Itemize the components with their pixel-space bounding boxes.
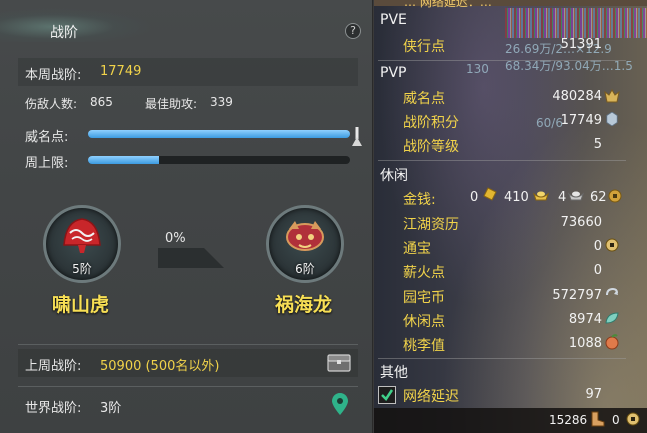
overlay-text: 130 [466,62,489,76]
coin-icon [626,412,640,426]
section-leisure-heading: 休闲 [380,168,408,184]
pvp-label: 战阶积分 [403,115,459,131]
gold-ingot-icon [533,191,549,201]
pvp-label: 威名点 [403,91,445,107]
pvp-value: 5 [593,137,602,152]
weekly-cap-label: 周上限: [25,156,69,171]
checkmark-icon [381,389,394,401]
house-coin-icon [606,287,618,296]
current-rank-level: 5阶 [72,262,92,276]
leisure-value: 0 [593,239,602,254]
latency-label: 网络延迟 [403,389,459,405]
section-divider [378,160,626,161]
silver-ingot-icon [568,191,584,201]
next-rank-name: 祸海龙 [275,294,333,316]
leisure-label: 休闲点 [403,314,445,330]
copper-coin-icon [608,189,622,203]
pvp-value: 17749 [560,113,602,128]
weekly-rank-value: 17749 [100,64,142,79]
latency-checkbox[interactable] [378,386,396,404]
leisure-value: 8974 [568,312,602,327]
weekly-cap-progress-bar [88,156,350,164]
current-rank-medal[interactable]: 5阶 [43,205,121,283]
latency-value: 97 [585,387,602,402]
gold-bar-icon [483,187,497,201]
war-rank-panel: 战阶 ? 本周战阶: 17749 伤敌人数: 865 最佳助攻: 339 威名点… [0,0,373,433]
bottom-status-bar [374,408,647,433]
leisure-value: 572797 [552,288,602,303]
leisure-label: 薪火点 [403,265,445,281]
prestige-progress-bar [88,130,350,138]
bottom-value-1: 15286 [549,413,588,427]
leisure-value: 1088 [568,336,602,351]
world-rank-label: 世界战阶: [25,401,82,416]
pve-label: 侠行点 [403,39,445,55]
pvp-value: 480284 [552,89,602,104]
leisure-value: 0 [593,263,602,278]
leaf-icon [605,312,619,324]
bar-cap-icon [352,127,362,146]
overlay-noise [505,8,647,38]
last-week-value: 50900 (500名以外) [100,359,220,374]
fan-emblem-icon [63,218,101,253]
leisure-label: 通宝 [403,241,431,257]
tongbao-coin-icon [605,238,619,252]
leisure-label: 桃李值 [403,338,445,354]
section-pvp-heading: PVP [380,65,407,81]
bottom-value-2: 0 [612,413,620,427]
dragon-emblem-icon [286,221,324,251]
rank-progress-percent: 0% [165,231,186,246]
assist-value: 339 [210,95,233,109]
money-silver: 4 [558,190,567,205]
prestige-icon [604,89,620,103]
section-other-heading: 其他 [380,365,408,381]
kills-label: 伤敌人数: [25,97,78,111]
pvp-label: 战阶等级 [403,139,459,155]
pve-value: 51391 [560,37,602,52]
top-strip-text: … 网络延迟：… [404,0,492,9]
prestige-label: 威名点: [25,130,69,145]
last-week-label: 上周战阶: [25,359,82,374]
weekly-cap-progress-fill [88,156,159,164]
next-rank-level: 6阶 [295,262,315,276]
peach-icon [605,334,619,350]
leisure-label: 园宅币 [403,290,445,306]
prestige-progress-fill [88,130,350,138]
panel-title: 战阶 [50,25,78,41]
leisure-value: 73660 [560,215,602,230]
section-divider [378,60,626,61]
arrow-right-icon [158,248,224,268]
weekly-rank-label: 本周战阶: [25,68,82,83]
section-divider [378,358,626,359]
rank-points-icon [606,112,618,126]
money-gold-bars: 0 [470,190,479,205]
money-label: 金钱: [403,192,436,208]
divider [18,344,358,345]
section-pve-heading: PVE [380,12,407,28]
help-icon[interactable]: ? [345,23,361,39]
boot-icon [591,411,605,427]
panel-header: 战阶 ? [0,0,373,44]
chest-icon[interactable] [327,354,351,372]
location-pin-icon[interactable] [332,393,348,415]
money-copper: 62 [590,190,607,205]
kills-value: 865 [90,95,113,109]
current-rank-name: 啸山虎 [52,294,110,316]
divider [18,386,358,387]
world-rank-value: 3阶 [100,401,122,416]
next-rank-medal[interactable]: 6阶 [266,205,344,283]
money-gold: 410 [504,190,529,205]
leisure-label: 江湖资历 [403,217,459,233]
assist-label: 最佳助攻: [145,97,198,111]
